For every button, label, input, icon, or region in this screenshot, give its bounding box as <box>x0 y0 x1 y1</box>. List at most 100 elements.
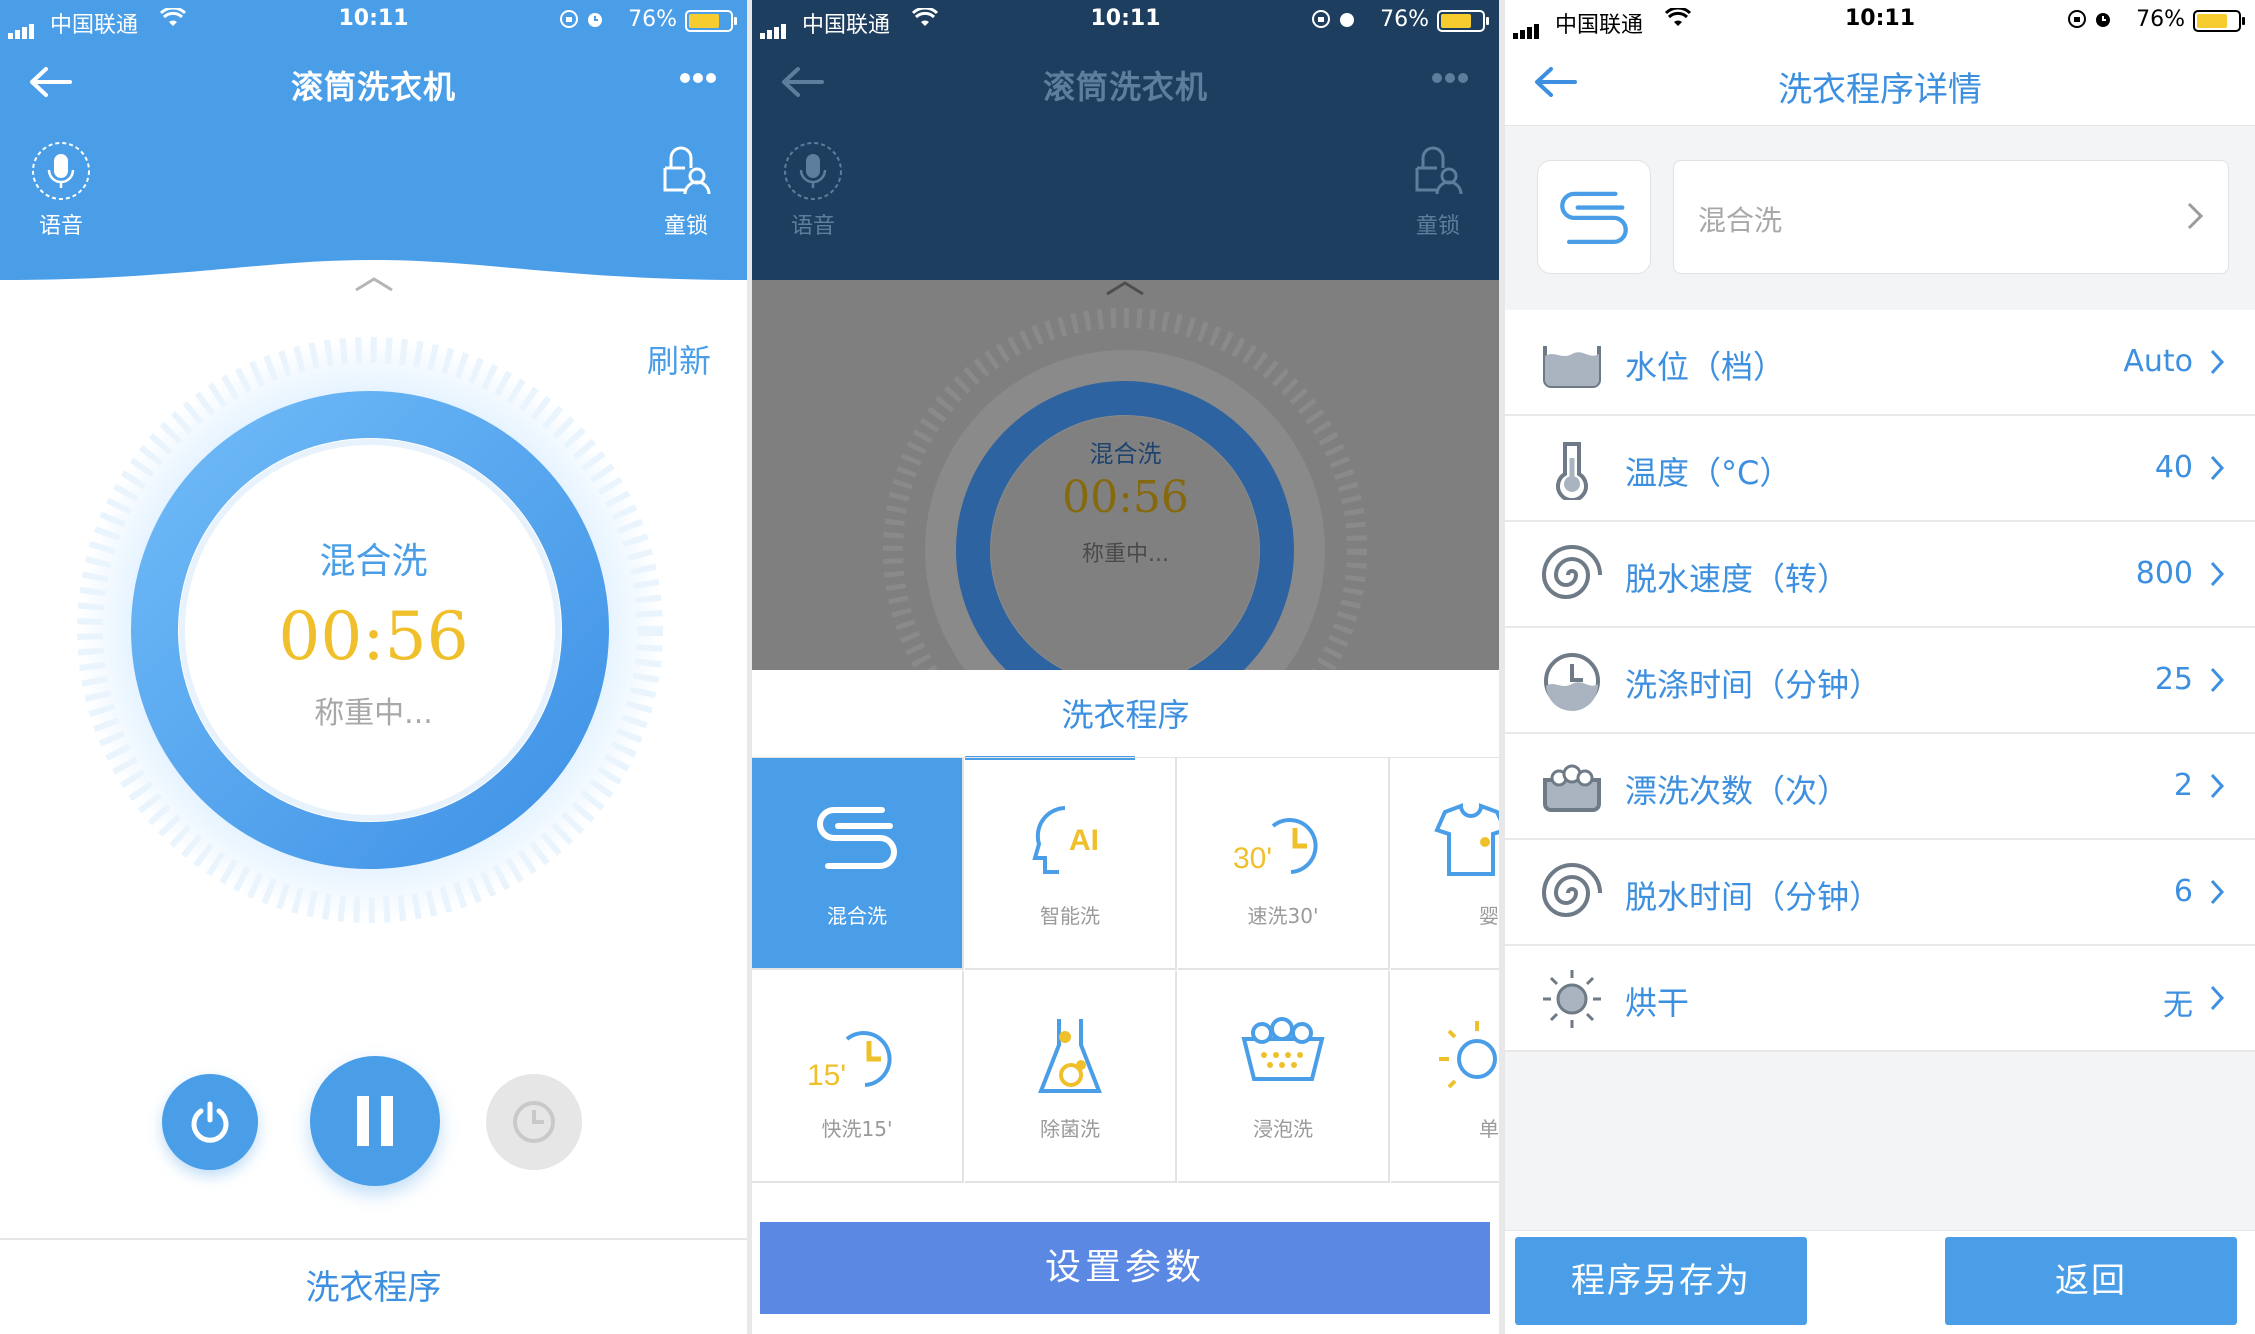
soak-icon <box>1241 1017 1325 1081</box>
rotation-lock-icon <box>2068 10 2086 28</box>
child-lock-icon <box>1415 146 1463 195</box>
alarm-icon <box>588 13 602 27</box>
timer-button[interactable] <box>486 1074 582 1170</box>
program-icon-box <box>1537 160 1651 274</box>
voice-button[interactable]: 语音 <box>30 140 92 240</box>
chevron-up-icon[interactable] <box>1105 280 1145 296</box>
more-icon[interactable] <box>1431 72 1469 84</box>
pause-button[interactable] <box>310 1056 440 1186</box>
param-label: 洗涤时间（分钟） <box>1625 666 1882 704</box>
param-row-dry[interactable]: 烘干 无 <box>1505 946 2255 1052</box>
chevron-right-icon <box>2210 349 2225 375</box>
status-bar: 中国联通 10:11 76% <box>1505 0 2255 40</box>
page-title: 滚筒洗衣机 <box>290 68 456 106</box>
param-value: 800 <box>2135 556 2193 591</box>
power-icon <box>191 1101 229 1143</box>
wash-program-tab[interactable]: 洗衣程序 <box>0 1238 747 1334</box>
program-soak[interactable]: 浸泡洗 <box>1178 971 1390 1183</box>
program-grid: 混合洗 AI 智能洗 30' 速洗30' 婴儿 15' 快洗15' 除菌洗 <box>752 757 1499 1185</box>
param-label: 温度（°C） <box>1625 454 1792 492</box>
baby-clothes-icon <box>1434 803 1499 876</box>
program-quick-15[interactable]: 15' 快洗15' <box>752 971 964 1183</box>
program-dry-only[interactable]: 单烘 <box>1391 971 1499 1183</box>
param-value: 40 <box>2154 450 2193 485</box>
dry-only-icon <box>1439 1021 1497 1089</box>
spin-speed-icon <box>1541 545 1602 599</box>
microphone-icon <box>32 142 90 200</box>
program-label: 快洗15' <box>821 1117 893 1141</box>
clock-icon <box>513 1101 555 1143</box>
child-lock-button[interactable]: 童锁 <box>655 140 717 240</box>
battery-percent: 76% <box>1380 7 1429 32</box>
spin-time-icon <box>1541 863 1602 917</box>
battery-percent: 76% <box>628 7 677 32</box>
param-row-temperature[interactable]: 温度（°C） 40 <box>1505 416 2255 522</box>
water-level-icon <box>1543 346 1601 388</box>
nav-bar: 中国联通 10:11 76% 洗衣程序详情 <box>1505 0 2255 126</box>
param-row-spin-time[interactable]: 脱水时间（分钟） 6 <box>1505 840 2255 946</box>
set-parameters-button[interactable]: 设置参数 <box>760 1222 1490 1314</box>
quick-30-icon: 30' <box>1233 818 1318 875</box>
dryer-sun-icon <box>1543 970 1601 1028</box>
program-smart-wash[interactable]: AI 智能洗 <box>965 758 1177 970</box>
param-row-rinse-count[interactable]: 漂洗次数（次） 2 <box>1505 734 2255 840</box>
program-sterilize[interactable]: 除菌洗 <box>965 971 1177 1183</box>
remaining-time: 00:56 <box>1062 472 1189 523</box>
alarm-icon <box>1340 13 1354 27</box>
dimmed-header <box>752 0 1499 280</box>
chevron-right-icon <box>2210 773 2225 799</box>
param-label: 水位（档） <box>1625 348 1786 386</box>
microphone-icon <box>784 142 842 200</box>
chevron-right-icon <box>2187 202 2204 230</box>
program-baby[interactable]: 婴儿 <box>1391 758 1499 970</box>
parameter-list: 水位（档） Auto 温度（°C） 40 脱水速度（转） 800 洗涤时间（分钟… <box>1505 310 2255 1052</box>
status-bar: 中国联通 10:11 76% <box>752 0 1499 40</box>
param-value: Auto <box>2123 344 2193 379</box>
sterilize-icon <box>1038 1019 1102 1093</box>
screenshot-stage: 中国联通 10:11 76% 滚筒洗衣机 语音 童锁 刷新 混合洗 00:56 … <box>0 0 2255 1334</box>
pause-icon <box>357 1096 393 1146</box>
program-badge: 30' <box>1233 842 1272 875</box>
program-label: 除菌洗 <box>1040 1117 1100 1141</box>
voice-label: 语音 <box>790 214 835 239</box>
program-dropdown[interactable]: 混合洗 <box>1673 160 2229 274</box>
more-icon[interactable] <box>679 72 717 84</box>
voice-button[interactable]: 语音 <box>782 140 844 240</box>
program-name: 混合洗 <box>1089 440 1162 468</box>
program-label: 婴儿 <box>1479 904 1499 928</box>
param-row-spin-speed[interactable]: 脱水速度（转） 800 <box>1505 522 2255 628</box>
program-mixed-wash[interactable]: 混合洗 <box>752 758 964 970</box>
page-title: 洗衣程序详情 <box>1778 70 1982 110</box>
program-badge: 15' <box>807 1059 846 1092</box>
child-lock-button[interactable]: 童锁 <box>1407 140 1469 240</box>
chevron-right-icon <box>2210 879 2225 905</box>
status-text: 称重中... <box>1082 542 1169 567</box>
param-value: 6 <box>2173 874 2193 909</box>
program-quick-30[interactable]: 30' 速洗30' <box>1178 758 1390 970</box>
save-as-button[interactable]: 程序另存为 <box>1515 1237 1807 1325</box>
param-row-wash-time[interactable]: 洗涤时间（分钟） 25 <box>1505 628 2255 734</box>
svg-text:AI: AI <box>1069 824 1099 857</box>
program-selector: 混合洗 <box>1505 126 2255 310</box>
child-lock-label: 童锁 <box>663 214 708 239</box>
program-select-sheet: 中国联通 10:11 76% 滚筒洗衣机 语音 童锁 混合洗 00:56 称重中… <box>752 0 1499 1334</box>
param-label: 烘干 <box>1625 984 1690 1022</box>
remaining-time: 00:56 <box>278 598 469 675</box>
program-label: 智能洗 <box>1040 904 1100 928</box>
quick-15-icon: 15' <box>807 1031 892 1092</box>
battery-percent: 76% <box>2136 7 2185 32</box>
power-button[interactable] <box>162 1074 258 1170</box>
chevron-right-icon <box>2210 455 2225 481</box>
header-background <box>0 0 747 280</box>
param-row-water-level[interactable]: 水位（档） Auto <box>1505 310 2255 416</box>
sheet-title: 洗衣程序 <box>1061 696 1190 734</box>
param-label: 漂洗次数（次） <box>1625 772 1850 810</box>
back-button[interactable]: 返回 <box>1945 1237 2237 1325</box>
program-label: 单烘 <box>1479 1117 1499 1141</box>
chevron-up-icon[interactable] <box>0 276 747 296</box>
rinse-icon <box>1543 764 1601 812</box>
program-label: 浸泡洗 <box>1253 1117 1313 1141</box>
status-text: 称重中... <box>314 696 433 731</box>
chevron-right-icon <box>2210 561 2225 587</box>
alarm-icon <box>2096 13 2110 27</box>
